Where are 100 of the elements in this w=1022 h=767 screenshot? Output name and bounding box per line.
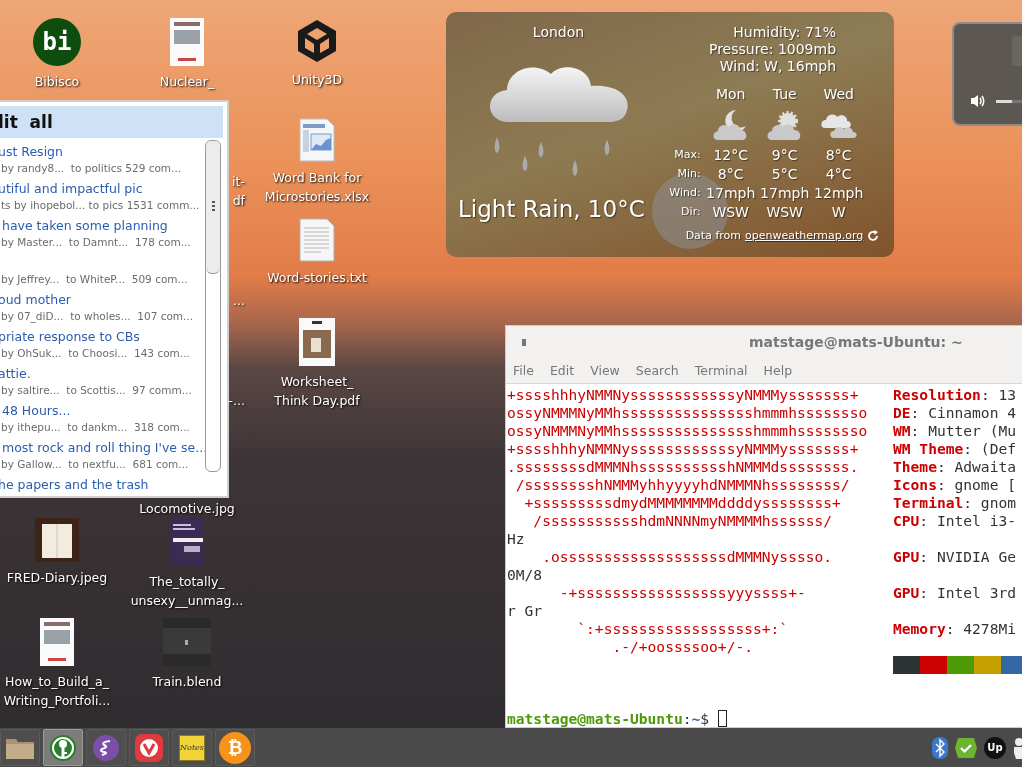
ascii-logo-line: ossyNMMMNyMMhssssssssssssssshmmmhssssssso xyxy=(507,422,868,439)
document-thumbnail-icon[interactable] xyxy=(170,18,204,66)
spreadsheet-file-icon[interactable] xyxy=(299,118,335,162)
city-name: London xyxy=(532,24,585,40)
post-title-link[interactable]: have taken some planning xyxy=(0,218,205,236)
current-condition: Light Rain, 10°C xyxy=(457,196,645,222)
post-meta-text: by saltire... to Scottis... 97 comm... xyxy=(0,384,193,396)
weather-detail: Wind: W, 16mph xyxy=(719,58,837,75)
ascii-logo-line: +sssssssssdmydMMMMMMMMddddyssssssss+ xyxy=(523,494,841,511)
icon-label[interactable]: FRED-Diary.jpeg xyxy=(6,568,108,587)
terminal-output-text: 0M/8 xyxy=(507,566,543,583)
document-thumbnail-icon[interactable] xyxy=(299,318,335,366)
menu-item[interactable]: Edit xyxy=(549,363,575,378)
window-title: matstage@mats-Ubuntu: ~ xyxy=(749,334,963,350)
ascii-logo-line: .osssssssssssssssssssdMMMNysssso. xyxy=(541,548,833,565)
day-name: Tue xyxy=(772,86,797,102)
launcher-button[interactable] xyxy=(0,729,40,766)
ascii-logo-line: .ssssssssdMMMNhsssssssssshNMMMdssssssss. xyxy=(507,458,859,475)
bluetooth-icon[interactable] xyxy=(932,736,948,759)
menu-item[interactable]: Help xyxy=(763,363,793,378)
menu-item[interactable]: File xyxy=(513,363,534,378)
min-temperature: 8°C xyxy=(717,164,744,183)
widget-title: lit all xyxy=(0,112,53,132)
row-label: Max: xyxy=(674,147,701,163)
min-temperature: 4°C xyxy=(825,164,852,183)
post-title-link[interactable]: he papers and the trash xyxy=(0,477,205,495)
row-label: Wind: xyxy=(669,185,701,201)
system-info-line: GPU: NVIDIA Ge xyxy=(893,548,1016,565)
min-temperature: 5°C xyxy=(771,164,798,183)
ascii-logo-line: +sssshhhyNMMNyssssssssssssyNMMMysssssss+ xyxy=(507,440,859,457)
icon-label[interactable]: The_totally_ unsexy__unmag... xyxy=(130,572,244,610)
system-info-line: DE: Cinnamon 4 xyxy=(893,404,1016,421)
speaker-icon[interactable] xyxy=(970,94,986,108)
weather-detail: Humidity: 71% xyxy=(733,24,837,41)
document-thumbnail-icon[interactable] xyxy=(170,518,204,566)
post-meta-text: by randy8... to politics 529 com... xyxy=(0,162,183,174)
wind-speed: 12mph xyxy=(814,183,864,202)
key-icon xyxy=(49,733,77,762)
menu-item[interactable]: View xyxy=(590,363,620,378)
day-name: Mon xyxy=(715,86,746,102)
system-info-line: Theme: Adwaita xyxy=(893,458,1016,475)
wind-direction: WSW xyxy=(766,202,803,221)
system-info-line: Memory: 4278Mi xyxy=(893,620,1016,637)
icon-label[interactable]: -... xyxy=(228,391,245,410)
text-cursor xyxy=(718,710,728,727)
system-info-line: WM: Mutter (Mu xyxy=(893,422,1016,439)
ascii-logo-line: /ssssssssssshdmNNNNmyNMMMMhssssss/ xyxy=(532,512,833,529)
post-meta-text: by 07_diD... to wholes... 107 com... xyxy=(0,310,195,322)
render-thumbnail-icon[interactable] xyxy=(163,618,211,666)
scrollbar-thumb[interactable] xyxy=(206,141,220,274)
launcher-button[interactable]: Notes xyxy=(172,729,212,766)
sticky-note-icon: Notes xyxy=(179,734,205,761)
source-text: Data from xyxy=(685,229,741,242)
icon-label[interactable]: Worksheet_ Think Day.pdf xyxy=(274,372,360,410)
refresh-icon[interactable] xyxy=(867,229,880,242)
launcher-button[interactable] xyxy=(43,729,83,766)
scrollbar[interactable] xyxy=(205,140,221,472)
document-thumbnail-icon[interactable] xyxy=(40,618,74,666)
system-info-line: GPU: Intel 3rd xyxy=(893,584,1016,601)
person-icon[interactable] xyxy=(1012,736,1022,759)
post-meta-text: by Jeffrey... to WhiteP... 509 com... xyxy=(0,273,189,285)
emacs-icon xyxy=(92,733,120,762)
post-meta-text: by Master... to Damnt... 178 com... xyxy=(0,236,192,248)
ascii-logo-line: .-/+oossssoo+/-. xyxy=(611,638,753,655)
max-temperature: 8°C xyxy=(825,145,852,164)
system-info-line: Icons: gnome [ xyxy=(893,476,1016,493)
row-label: Dir: xyxy=(681,204,701,220)
icon-label[interactable]: Locomotive.jpg xyxy=(139,499,235,518)
wind-speed: 17mph xyxy=(760,183,810,202)
icon-label[interactable]: How_to_Build_a_ Writing_Portfoli... xyxy=(3,672,111,710)
post-meta-text: by Gallow... to nextfu... 681 com... xyxy=(0,458,190,470)
row-label: Min: xyxy=(677,166,701,182)
icon-label[interactable]: ... xyxy=(233,291,245,310)
max-temperature: 9°C xyxy=(771,145,798,164)
check-icon[interactable] xyxy=(954,736,978,759)
system-info-line: WM Theme: (Def xyxy=(893,440,1016,457)
icon-label[interactable]: Train.blend xyxy=(152,672,222,691)
terminal-output-text: Hz xyxy=(507,530,525,547)
photo-thumbnail-icon[interactable] xyxy=(35,518,79,562)
terminal-output-text: r Gr xyxy=(507,602,543,619)
menu-item[interactable]: Search xyxy=(635,363,679,378)
post-title-link[interactable]: priate response to CBs xyxy=(0,329,205,347)
launcher-button[interactable] xyxy=(129,729,169,766)
ascii-logo-line: /sssssssshNMMMyhhyyyyhdNMMMNhssssssss/ xyxy=(514,476,850,493)
upwork-icon[interactable]: Up xyxy=(984,736,1006,759)
system-info-line: Resolution: 13 xyxy=(893,386,1017,403)
wind-speed: 17mph xyxy=(706,183,756,202)
ascii-logo-line: +sssshhhyNMMNyssssssssssssyNMMMysssssss+ xyxy=(507,386,859,403)
menu-item[interactable]: Terminal xyxy=(694,363,748,378)
ascii-logo-line: -+sssssssssssssssssyyyssss+- xyxy=(558,584,806,601)
system-info-line: CPU: Intel i3- xyxy=(893,512,1016,529)
post-meta-text: ts by ihopebol... to pics 1531 comm... xyxy=(0,199,201,211)
post-title-link[interactable]: most rock and roll thing I've se... xyxy=(0,440,205,458)
post-title-link[interactable]: 48 Hours... xyxy=(0,403,205,421)
wind-direction: WSW xyxy=(712,202,749,221)
source-link[interactable]: openweathermap.org xyxy=(745,229,864,242)
max-temperature: 12°C xyxy=(713,145,748,164)
post-meta-text: by OhSuk... to Choosi... 143 com... xyxy=(0,347,191,359)
launcher-button[interactable] xyxy=(86,729,126,766)
shell-prompt: matstage@mats-Ubuntu:~$ xyxy=(506,710,710,727)
